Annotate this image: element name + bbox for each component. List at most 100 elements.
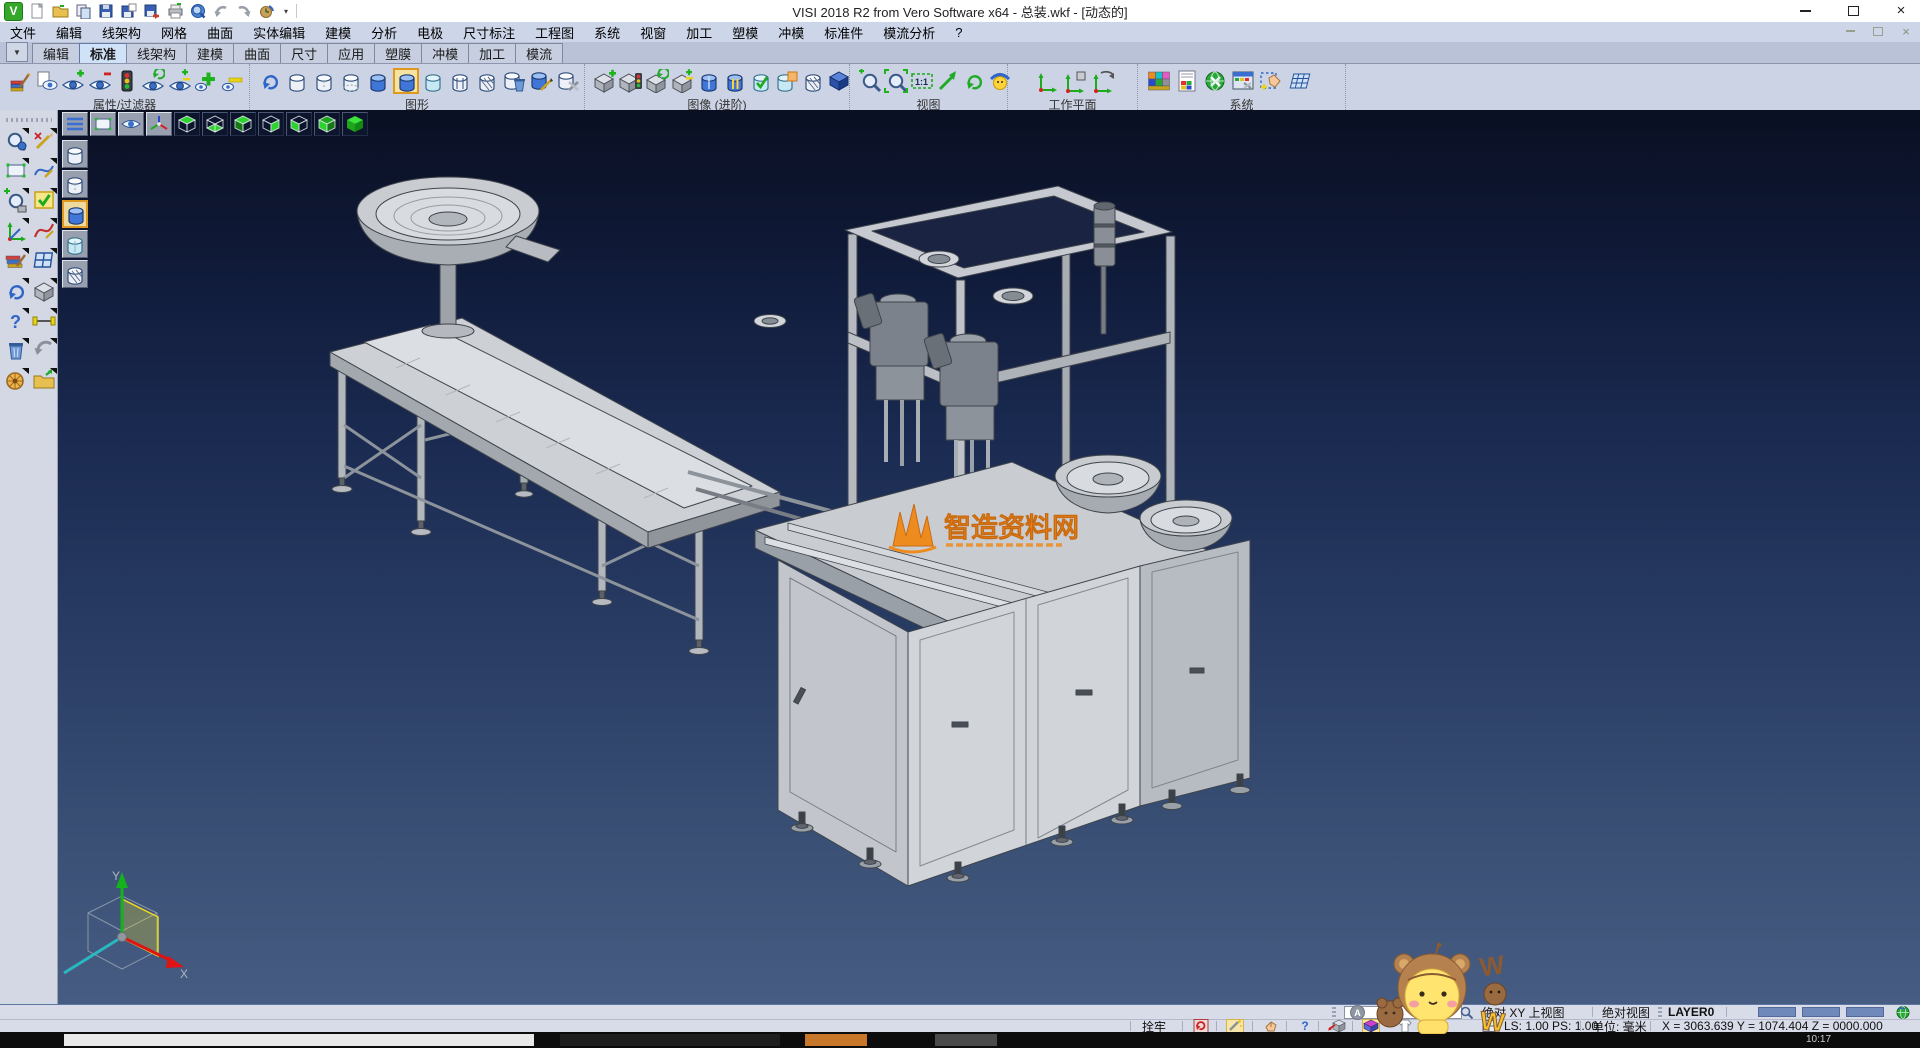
tab-mold[interactable]: 塑膜	[374, 43, 422, 63]
context-help-icon[interactable]: ?	[1296, 1019, 1314, 1033]
wcs-axes-icon[interactable]	[8, 218, 30, 242]
import-file-icon[interactable]	[74, 2, 92, 20]
taskbar-thumbnail[interactable]	[64, 1034, 534, 1046]
system-settings-globe-icon[interactable]	[1202, 68, 1228, 94]
save-as-icon[interactable]	[120, 2, 138, 20]
open-file-icon[interactable]	[51, 2, 69, 20]
layer-palette-icon[interactable]	[6, 248, 29, 268]
tab-wireframe[interactable]: 线架构	[126, 43, 187, 63]
lock-field[interactable]: 拴牢	[1142, 1019, 1166, 1033]
tab-machining[interactable]: 加工	[468, 43, 516, 63]
toolbar-grip[interactable]	[6, 118, 52, 122]
cylinder-shaded-icon[interactable]	[366, 68, 391, 94]
window-settings-icon[interactable]	[1230, 68, 1256, 94]
pick-hand-icon[interactable]	[1262, 1019, 1280, 1033]
child-restore-button[interactable]	[1870, 24, 1886, 38]
selection-hand-icon[interactable]	[1258, 68, 1284, 94]
show-remove-icon[interactable]	[88, 68, 113, 94]
cylinder-hidden-line-icon[interactable]	[312, 68, 337, 94]
image-show-hide-icon[interactable]	[671, 68, 695, 94]
save-export-icon[interactable]	[143, 2, 161, 20]
tab-dropdown-button[interactable]: ▼	[6, 42, 28, 62]
side-cabinet[interactable]	[1140, 540, 1250, 806]
windows-taskbar[interactable]: 10:17	[0, 1032, 1920, 1048]
menu-solid-edit[interactable]: 实体编辑	[243, 22, 315, 42]
globe-icon[interactable]	[1894, 1005, 1912, 1019]
viewport-3d[interactable]: Z	[58, 110, 1920, 1004]
cylinder-hidden-dashed-icon[interactable]	[339, 68, 364, 94]
spline-pencil-icon[interactable]	[35, 158, 57, 177]
image-add-icon[interactable]	[593, 68, 617, 94]
tab-flow[interactable]: 模流	[515, 43, 563, 63]
tab-edit[interactable]: 编辑	[32, 43, 80, 63]
model-canvas[interactable]: Z	[58, 110, 1920, 1004]
taskbar-app-orange[interactable]	[805, 1034, 867, 1046]
workplane-by-geometry-icon[interactable]	[1062, 68, 1088, 94]
menu-dimension[interactable]: 尺寸标注	[453, 22, 525, 42]
cylinder-hatched-icon[interactable]	[474, 68, 499, 94]
minimize-button[interactable]	[1794, 3, 1816, 19]
dynamic-view-arrow-icon[interactable]	[936, 68, 960, 94]
graphics-delete-icon[interactable]	[501, 68, 526, 94]
menu-file[interactable]: 文件	[0, 22, 46, 42]
navigation-wheel-icon[interactable]	[7, 368, 29, 389]
signal-tower[interactable]	[1094, 202, 1115, 334]
customize-dropdown-icon[interactable]: ▾	[281, 2, 291, 20]
redo-icon[interactable]	[235, 2, 253, 20]
save-icon[interactable]	[97, 2, 115, 20]
image-traffic-light-icon[interactable]	[619, 68, 643, 94]
layer-field[interactable]: LAYER0	[1668, 1005, 1714, 1019]
tab-application[interactable]: 应用	[327, 43, 375, 63]
recent-history-icon[interactable]	[258, 2, 276, 20]
show-all-icon[interactable]	[194, 68, 219, 94]
child-minimize-button[interactable]	[1842, 24, 1858, 38]
bowl-feeder[interactable]	[357, 177, 560, 338]
zoom-view-icon[interactable]	[9, 128, 29, 150]
workplane-axes-icon[interactable]	[1034, 68, 1060, 94]
menu-analysis[interactable]: 分析	[361, 22, 407, 42]
child-close-button[interactable]: ×	[1898, 24, 1914, 38]
menu-modeling[interactable]: 建模	[315, 22, 361, 42]
capper-unit-1[interactable]	[854, 293, 928, 466]
visibility-refresh-icon[interactable]	[141, 68, 166, 94]
zoom-in-out-icon[interactable]	[4, 188, 29, 212]
menu-system[interactable]: 系统	[584, 22, 630, 42]
page-setup-colors-icon[interactable]	[1174, 68, 1200, 94]
menu-die[interactable]: 冲模	[768, 22, 814, 42]
menu-help[interactable]: ?	[945, 22, 972, 42]
hide-all-icon[interactable]	[221, 68, 246, 94]
cylinder-section-icon[interactable]	[447, 68, 472, 94]
units-field[interactable]: 单位: 毫米	[1592, 1019, 1647, 1033]
regen-red-icon[interactable]	[1192, 1019, 1210, 1033]
scale-1-1-icon[interactable]: 1:1	[910, 68, 934, 94]
visibility-traffic-light-icon[interactable]	[114, 68, 139, 94]
conveyor-table[interactable]	[330, 318, 780, 548]
menu-drawing[interactable]: 工程图	[525, 22, 584, 42]
menu-surface[interactable]: 曲面	[197, 22, 243, 42]
menu-wireframe[interactable]: 线架构	[92, 22, 151, 42]
color-table-icon[interactable]	[1146, 68, 1172, 94]
new-file-icon[interactable]	[28, 2, 46, 20]
attribute-palette-icon[interactable]	[8, 68, 33, 94]
image-refresh-icon[interactable]	[645, 68, 669, 94]
print-icon[interactable]	[166, 2, 184, 20]
solid-cube-icon[interactable]	[35, 278, 57, 301]
taskbar-app-grey[interactable]	[935, 1034, 997, 1046]
tab-modeling[interactable]: 建模	[186, 43, 234, 63]
undo-arrow-icon[interactable]	[35, 338, 58, 355]
confirm-check-icon[interactable]	[35, 188, 57, 208]
show-hide-toggle-icon[interactable]	[167, 68, 192, 94]
menu-window[interactable]: 视窗	[630, 22, 676, 42]
cylinder-wireframe-icon[interactable]	[285, 68, 310, 94]
print-preview-icon[interactable]	[189, 2, 207, 20]
menu-edit[interactable]: 编辑	[46, 22, 92, 42]
workplane-rotate-icon[interactable]	[1090, 68, 1116, 94]
cylinder-translucent-icon[interactable]	[421, 68, 446, 94]
open-part-folder-icon[interactable]	[34, 368, 57, 388]
cylinder-shaded-edges-icon[interactable]	[393, 68, 419, 94]
menu-standard-parts[interactable]: 标准件	[814, 22, 873, 42]
tab-standard[interactable]: 标准	[79, 43, 127, 63]
tab-dimension[interactable]: 尺寸	[280, 43, 328, 63]
solid-cube-navy-icon[interactable]	[827, 68, 851, 94]
taskbar-clock[interactable]: 10:17	[1806, 1034, 1831, 1045]
